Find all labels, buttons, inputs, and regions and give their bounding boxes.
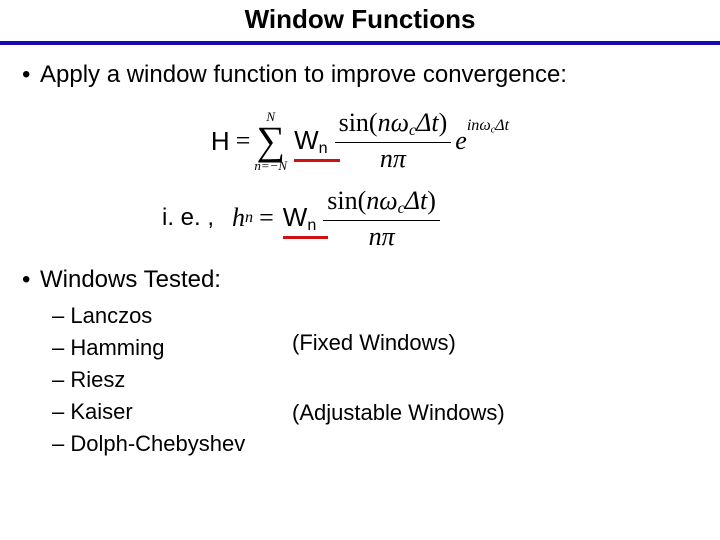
slide-body: •Apply a window function to improve conv… (0, 45, 720, 460)
eq1-e: e (455, 126, 467, 156)
equation-2: hn = Wn sin(nωcΔt) nπ (232, 187, 444, 250)
eq2-fraction: sin(nωcΔt) nπ (323, 187, 440, 250)
bullet-dot-icon: • (22, 264, 40, 296)
list-item: – Kaiser (52, 396, 292, 428)
eq1-exponent: inωcΔt (467, 117, 509, 135)
bullet-apply-text: Apply a window function to improve conve… (40, 61, 567, 88)
sum-symbol: N ∑ n=−N (254, 110, 287, 172)
list-item: – Lanczos (52, 300, 292, 332)
windows-columns: – Lanczos – Hamming – Riesz – Kaiser – D… (22, 300, 698, 459)
equation-1: H = N ∑ n=−N Wn sin(nωcΔt) nπ (22, 109, 698, 172)
eq1-window-coeff: Wn (294, 125, 328, 158)
underline-icon (283, 236, 329, 239)
annotation-fixed: (Fixed Windows) (292, 330, 505, 356)
ie-label: i. e. , (162, 204, 214, 232)
bullet-apply: •Apply a window function to improve conv… (22, 59, 698, 91)
windows-list: – Lanczos – Hamming – Riesz – Kaiser – D… (52, 300, 292, 459)
bullet-tested: •Windows Tested: (22, 264, 698, 296)
title-block: Window Functions (0, 4, 720, 35)
list-item: – Hamming (52, 332, 292, 364)
list-item: – Dolph-Chebyshev (52, 428, 292, 460)
list-item: – Riesz (52, 364, 292, 396)
eq1-lhs: H (211, 126, 230, 157)
eq1-equals: = (236, 126, 251, 156)
slide: Window Functions •Apply a window functio… (0, 0, 720, 540)
underline-icon (294, 159, 340, 162)
annotation-adjustable: (Adjustable Windows) (292, 400, 505, 426)
eq1-fraction: sin(nωcΔt) nπ (335, 109, 452, 172)
sigma-icon: ∑ (256, 123, 285, 159)
bullet-dot-icon: • (22, 59, 40, 91)
bullet-tested-text: Windows Tested: (40, 266, 221, 293)
annotations: (Fixed Windows) (Adjustable Windows) (292, 300, 505, 459)
eq2-window-coeff: Wn (283, 202, 317, 235)
sum-lower: n=−N (254, 159, 287, 172)
equation-2-row: i. e. , hn = Wn sin(nωcΔt) nπ (22, 187, 698, 250)
slide-title: Window Functions (245, 4, 476, 35)
